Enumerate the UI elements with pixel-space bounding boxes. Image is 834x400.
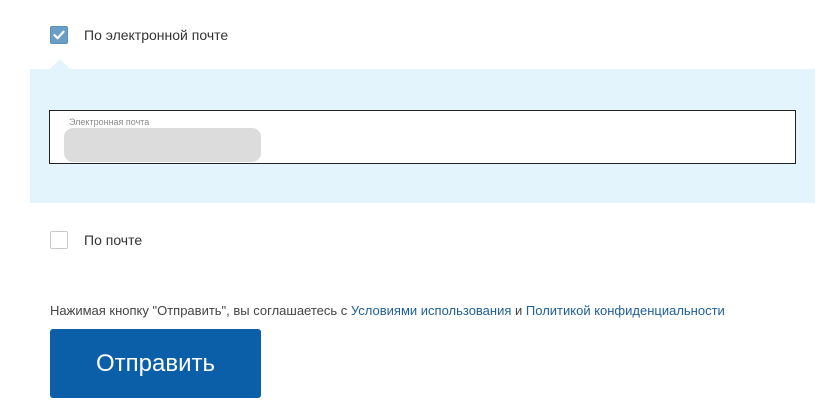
email-checkbox[interactable] [50,26,68,44]
submit-button[interactable]: Отправить [50,329,261,398]
terms-link[interactable]: Условиями использования [351,303,512,318]
agreement-prefix: Нажимая кнопку "Отправить", вы соглашает… [50,303,351,318]
email-field[interactable]: Электронная почта [49,110,796,164]
email-option[interactable]: По электронной почте [50,26,228,44]
email-input[interactable] [64,128,261,162]
agreement-conjunction: и [511,303,526,318]
post-option[interactable]: По почте [50,231,142,249]
email-option-label: По электронной почте [84,27,229,43]
email-field-label: Электронная почта [69,117,150,127]
post-option-label: По почте [84,232,143,248]
privacy-link[interactable]: Политикой конфиденциальности [526,303,725,318]
panel-pointer [50,59,70,69]
post-checkbox[interactable] [50,231,68,249]
contact-method-form: По электронной почте Электронная почта П… [0,0,834,400]
agreement-text: Нажимая кнопку "Отправить", вы соглашает… [50,303,725,319]
check-icon [53,30,65,40]
